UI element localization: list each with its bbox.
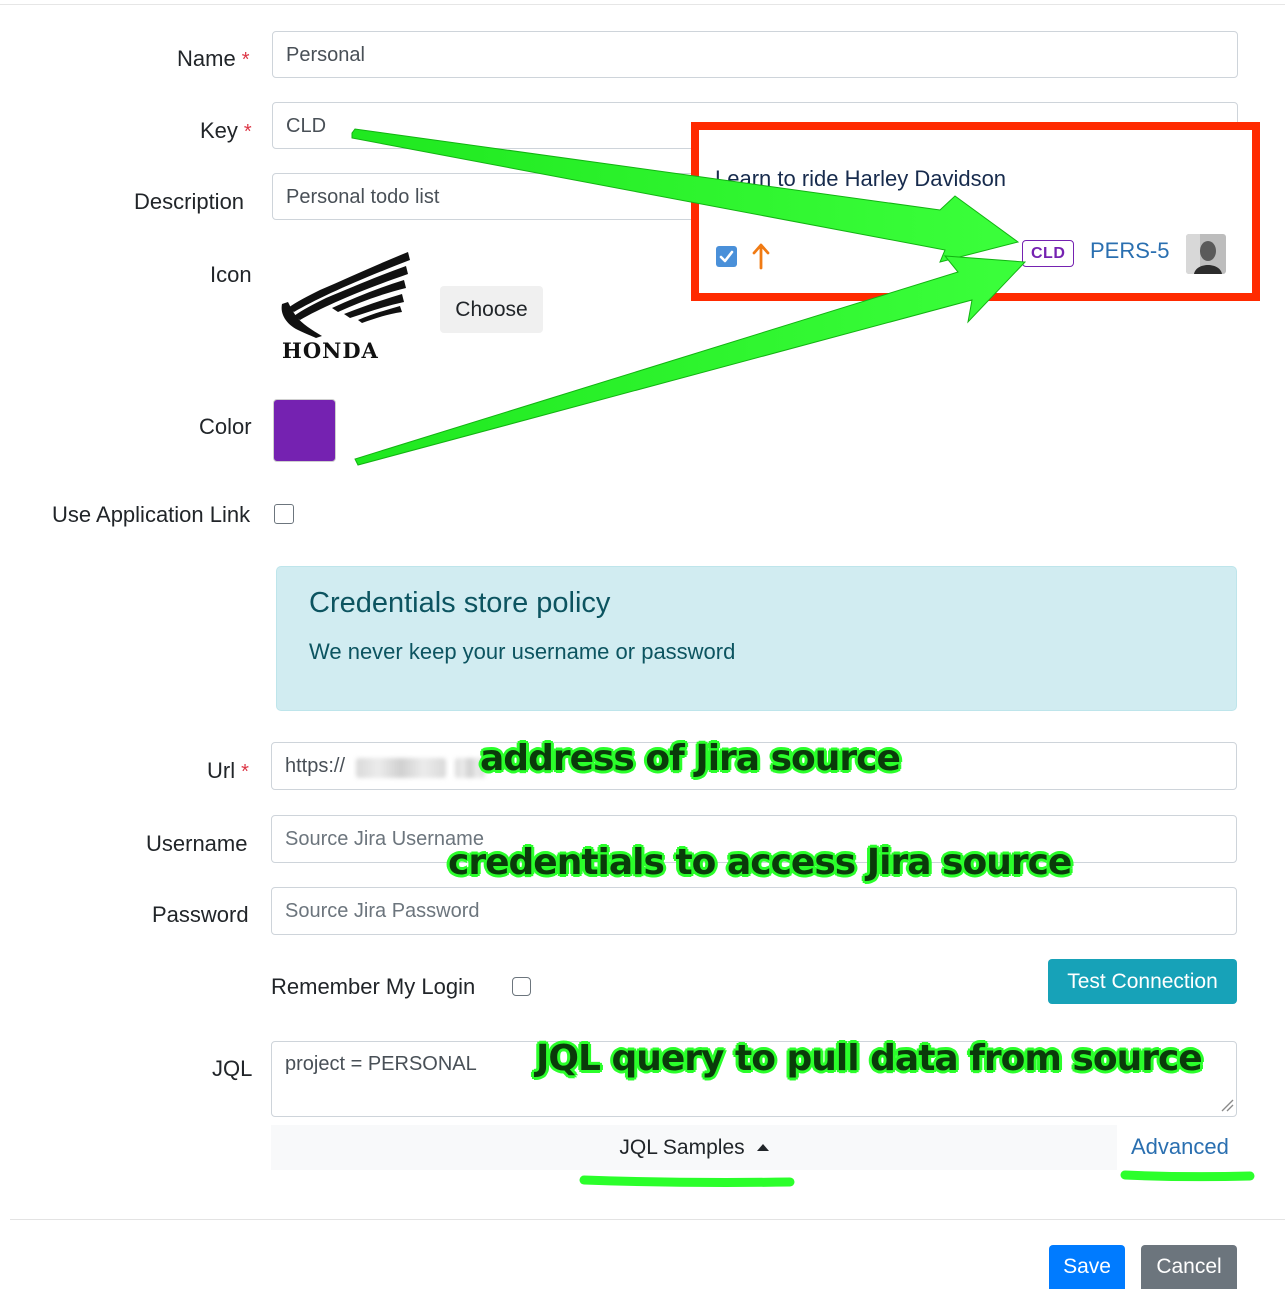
test-connection-button[interactable]: Test Connection: [1048, 959, 1237, 1004]
save-button[interactable]: Save: [1049, 1245, 1125, 1289]
story-checkbox-icon: [716, 246, 737, 267]
jql-textarea-value: project = PERSONAL: [285, 1053, 477, 1075]
honda-logo: HONDA: [278, 250, 416, 363]
color-swatch[interactable]: [273, 399, 336, 462]
advanced-underline: [1120, 1170, 1255, 1182]
username-label: Username: [146, 831, 248, 856]
password-label: Password: [152, 902, 249, 927]
cancel-button[interactable]: Cancel: [1141, 1245, 1237, 1289]
project-key-badge: CLD: [1022, 240, 1075, 267]
description-input-value: Personal todo list: [286, 185, 440, 208]
required-marker: *: [243, 121, 252, 143]
alert-body: We never keep your username or password: [309, 639, 736, 664]
password-placeholder: Source Jira Password: [285, 900, 480, 922]
jql-annotation: JQL query to pull data from source: [536, 1038, 1203, 1079]
app-link-label: Use Application Link: [52, 502, 251, 527]
remember-login-checkbox[interactable]: [512, 977, 531, 996]
preview-card-title: Learn to ride Harley Davidson: [715, 166, 1007, 191]
advanced-link[interactable]: Advanced: [1131, 1134, 1229, 1160]
preview-issue-key: PERS-5: [1090, 238, 1170, 263]
card-preview-callout: Learn to ride Harley Davidson CLD PERS-5: [691, 122, 1260, 301]
credentials-alert: Credentials store policy We never keep y…: [276, 566, 1237, 711]
alert-title: Credentials store policy: [309, 587, 611, 619]
credentials-annotation: credentials to access Jira source: [448, 842, 1072, 883]
samples-underline: [579, 1175, 795, 1187]
honda-wing-icon: [281, 252, 410, 338]
avatar: [1186, 234, 1226, 274]
name-input-value: Personal: [286, 43, 365, 66]
redacted-url: [356, 758, 446, 778]
app-link-checkbox[interactable]: [274, 504, 294, 524]
url-annotation: address of Jira source: [480, 738, 901, 779]
password-input[interactable]: Source Jira Password: [271, 887, 1237, 935]
description-label: Description: [134, 189, 245, 214]
url-label: Url *: [207, 758, 249, 785]
name-label: Name *: [177, 46, 249, 73]
key-label: Key *: [200, 118, 252, 145]
jql-samples-label: JQL Samples: [619, 1135, 745, 1159]
color-label: Color: [199, 414, 252, 439]
jql-label: JQL: [212, 1056, 253, 1081]
honda-wordmark: HONDA: [282, 338, 379, 363]
key-label-text: Key: [200, 118, 238, 143]
url-label-text: Url: [207, 758, 236, 783]
jql-samples-toggle[interactable]: JQL Samples: [271, 1125, 1117, 1170]
url-input-value: https://: [285, 755, 346, 777]
required-marker: *: [241, 49, 250, 71]
name-label-text: Name: [177, 46, 236, 71]
required-marker: *: [241, 761, 249, 783]
priority-up-icon: [752, 243, 770, 270]
footer-divider: [10, 1219, 1285, 1220]
remember-login-label: Remember My Login: [271, 974, 476, 999]
caret-up-icon: [756, 1144, 769, 1151]
icon-label: Icon: [210, 262, 252, 287]
name-input[interactable]: Personal: [272, 31, 1238, 78]
top-divider: [0, 4, 1285, 5]
choose-icon-button[interactable]: Choose: [440, 286, 543, 333]
key-input-value: CLD: [286, 114, 327, 137]
resize-handle-icon[interactable]: [1220, 1098, 1234, 1112]
